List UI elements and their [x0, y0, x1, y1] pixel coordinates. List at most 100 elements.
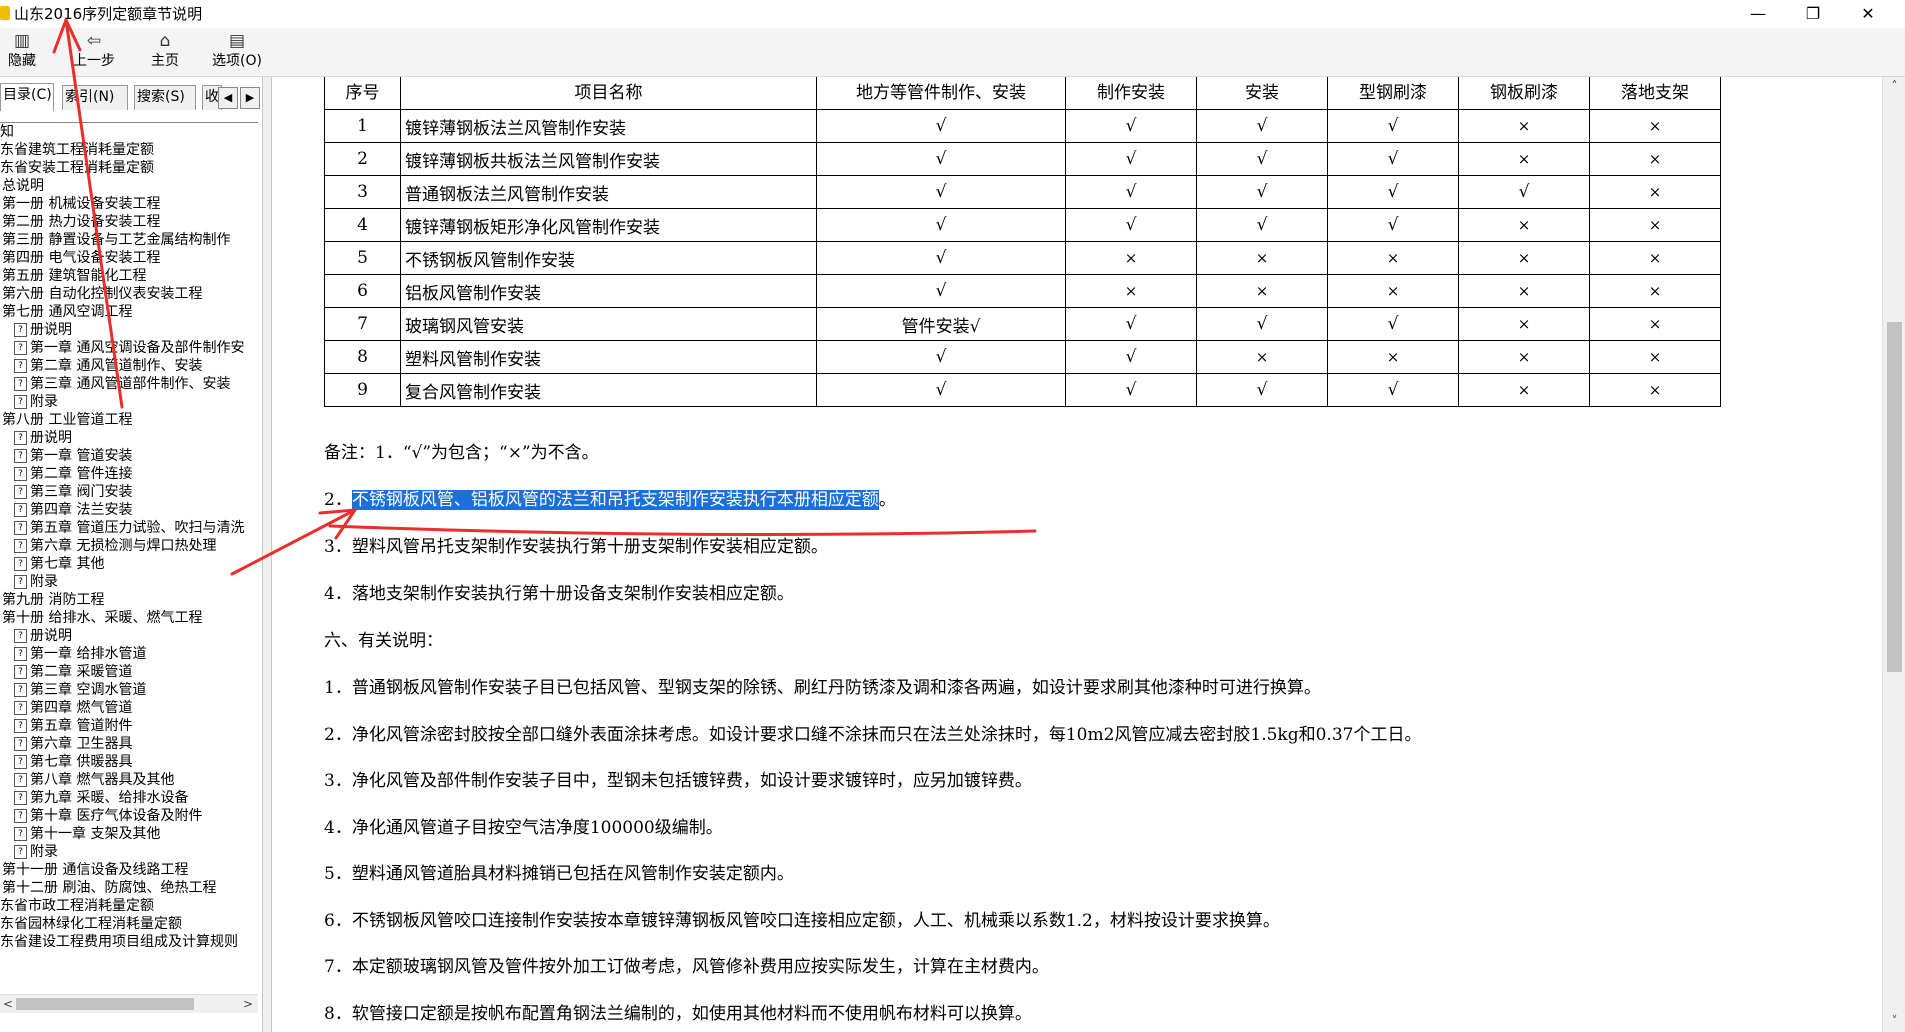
- table-cell: ×: [1589, 307, 1721, 341]
- table-row: 6 铝板风管制作安装 √ × × × × ×: [324, 274, 1721, 308]
- table-cell: 5: [324, 241, 401, 275]
- tree-item[interactable]: 第二册 热力设备安装工程: [2, 213, 160, 231]
- tree-item[interactable]: ? 第七章 供暖器具: [14, 753, 132, 771]
- tree-item[interactable]: ? 附录: [14, 843, 58, 861]
- tree-horizontal-scrollbar[interactable]: < >: [0, 994, 258, 1013]
- tree-item[interactable]: ? 第十章 医疗气体设备及附件: [14, 807, 202, 825]
- tab-scroll-left-icon[interactable]: ◀: [218, 87, 238, 109]
- tree-item[interactable]: ? 附录: [14, 393, 58, 411]
- table-cell: √: [1065, 109, 1197, 143]
- help-topic-icon: ?: [14, 647, 27, 661]
- tree-item[interactable]: ? 第三章 空调水管道: [14, 681, 146, 699]
- tree-item[interactable]: ? 第四章 燃气管道: [14, 699, 132, 717]
- scroll-right-icon[interactable]: >: [240, 995, 256, 1013]
- table-cell: ×: [1065, 241, 1197, 275]
- tree-item[interactable]: 第十二册 刷油、防腐蚀、绝热工程: [2, 879, 216, 897]
- tree-item[interactable]: ? 第二章 通风管道制作、安装: [14, 357, 202, 375]
- tree-item[interactable]: 东省市政工程消耗量定额: [0, 897, 154, 915]
- tree-item[interactable]: 总说明: [2, 177, 44, 195]
- tab-index[interactable]: 索引(N): [62, 85, 128, 110]
- table-cell: ×: [1589, 175, 1721, 209]
- table-cell: √: [1327, 175, 1459, 209]
- tree-item[interactable]: 第八册 工业管道工程: [2, 411, 132, 429]
- close-button[interactable]: ✕: [1845, 0, 1891, 28]
- help-topic-icon: ?: [14, 719, 27, 733]
- pane-splitter[interactable]: [263, 77, 272, 1032]
- hide-button[interactable]: ▥ 隐藏: [2, 30, 42, 74]
- tree-item[interactable]: 东省园林绿化工程消耗量定额: [0, 915, 182, 933]
- tab-scroll-right-icon[interactable]: ▶: [240, 87, 260, 109]
- scroll-down-icon[interactable]: ˅: [1883, 1012, 1905, 1030]
- header-no: 序号: [324, 77, 401, 110]
- tree-item[interactable]: ? 第十一章 支架及其他: [14, 825, 160, 843]
- tree-item[interactable]: 第十一册 通信设备及线路工程: [2, 861, 188, 879]
- tree-item[interactable]: ? 第五章 管道附件: [14, 717, 132, 735]
- home-button[interactable]: ⌂ 主页: [145, 30, 185, 74]
- table-cell: √: [1065, 307, 1197, 341]
- tree-item[interactable]: ? 册说明: [14, 321, 72, 339]
- tab-search[interactable]: 搜索(S): [134, 85, 196, 110]
- header-steel-plate-paint: 钢板刷漆: [1458, 77, 1590, 110]
- tree-item[interactable]: ? 第二章 管件连接: [14, 465, 132, 483]
- tree-item[interactable]: ? 第六章 卫生器具: [14, 735, 132, 753]
- tree-item[interactable]: 东省建设工程费用项目组成及计算规则: [0, 933, 238, 951]
- tree-item[interactable]: ? 第六章 无损检测与焊口热处理: [14, 537, 216, 555]
- tree-item[interactable]: ? 第一章 管道安装: [14, 447, 132, 465]
- content-vertical-scrollbar[interactable]: ˄ ˅: [1882, 77, 1905, 1032]
- tree-item[interactable]: 第六册 自动化控制仪表安装工程: [2, 285, 202, 303]
- help-topic-icon: ?: [14, 629, 27, 643]
- table-cell: 3: [324, 175, 401, 209]
- table-cell: ×: [1196, 274, 1328, 308]
- tree-item[interactable]: 第一册 机械设备安装工程: [2, 195, 160, 213]
- tree-item[interactable]: ? 第三章 阀门安装: [14, 483, 132, 501]
- tree-item[interactable]: ? 附录: [14, 573, 58, 591]
- tree-item[interactable]: ? 第三章 通风管道部件制作、安装: [14, 375, 230, 393]
- tree-item[interactable]: 第三册 静置设备与工艺金属结构制作: [2, 231, 230, 249]
- tree-item-label: 附录: [30, 844, 58, 860]
- table-cell: ×: [1458, 373, 1590, 407]
- tree-item[interactable]: 知: [0, 123, 14, 141]
- table-row: 2 镀锌薄钢板共板法兰风管制作安装 √ √ √ √ × ×: [324, 142, 1721, 176]
- tree-item[interactable]: 第十册 给排水、采暖、燃气工程: [2, 609, 202, 627]
- selected-text[interactable]: 不锈钢板风管、铝板风管的法兰和吊托支架制作安装执行本册相应定额: [351, 490, 879, 510]
- tree-item[interactable]: ? 第九章 采暖、给排水设备: [14, 789, 188, 807]
- tree-item[interactable]: ? 第二章 采暖管道: [14, 663, 132, 681]
- tree-item[interactable]: ? 第八章 燃气器具及其他: [14, 771, 174, 789]
- tree-item[interactable]: 东省安装工程消耗量定额: [0, 159, 154, 177]
- tree-item[interactable]: ? 第一章 给排水管道: [14, 645, 146, 663]
- restore-button[interactable]: ❐: [1790, 0, 1836, 28]
- tree-item[interactable]: 第四册 电气设备安装工程: [2, 249, 160, 267]
- scroll-up-icon[interactable]: ˄: [1883, 77, 1905, 95]
- scroll-left-icon[interactable]: <: [0, 995, 16, 1013]
- tree-item[interactable]: 东省建筑工程消耗量定额: [0, 141, 154, 159]
- tree-item-label: 附录: [30, 394, 58, 410]
- table-row: 5 不锈钢板风管制作安装 √ × × × × ×: [324, 241, 1721, 275]
- tree-item[interactable]: 第九册 消防工程: [2, 591, 104, 609]
- tab-contents[interactable]: 目录(C): [0, 83, 54, 111]
- scrollbar-thumb[interactable]: [16, 998, 194, 1010]
- table-cell: ×: [1589, 208, 1721, 242]
- tree-item-label: 第五章 管道附件: [30, 718, 133, 734]
- tree-item[interactable]: ? 册说明: [14, 429, 72, 447]
- note-4: 4．落地支架制作安装执行第十册设备支架制作安装相应定额。: [324, 584, 794, 604]
- scrollbar-thumb[interactable]: [1887, 322, 1902, 672]
- tree-item[interactable]: ? 第四章 法兰安装: [14, 501, 132, 519]
- tree-item[interactable]: ? 第五章 管道压力试验、吹扫与清洗: [14, 519, 244, 537]
- tree-item-label: 第十二册 刷油、防腐蚀、绝热工程: [2, 880, 217, 896]
- tree-item-label: 东省安装工程消耗量定额: [0, 160, 154, 176]
- tree-item[interactable]: ? 第一章 通风空调设备及部件制作安: [14, 339, 244, 357]
- tree-item-label: 第六章 卫生器具: [30, 736, 133, 752]
- table-cell: 镀锌薄钢板法兰风管制作安装: [400, 109, 817, 143]
- tree-item[interactable]: 第七册 通风空调工程: [2, 303, 132, 321]
- table-cell: √: [1458, 175, 1590, 209]
- header-fittings: 地方等管件制作、安装: [816, 77, 1066, 110]
- options-button[interactable]: ▤ 选项(O): [208, 30, 266, 74]
- tree-item[interactable]: ? 册说明: [14, 627, 72, 645]
- help-topic-icon: ?: [14, 521, 27, 535]
- tree-item[interactable]: ? 第七章 其他: [14, 555, 104, 573]
- back-button[interactable]: ⇦ 上一步: [66, 30, 122, 74]
- table-cell: √: [816, 175, 1066, 209]
- tree-item[interactable]: 第五册 建筑智能化工程: [2, 267, 146, 285]
- table-cell: 塑料风管制作安装: [400, 340, 817, 374]
- minimize-button[interactable]: —: [1735, 0, 1781, 28]
